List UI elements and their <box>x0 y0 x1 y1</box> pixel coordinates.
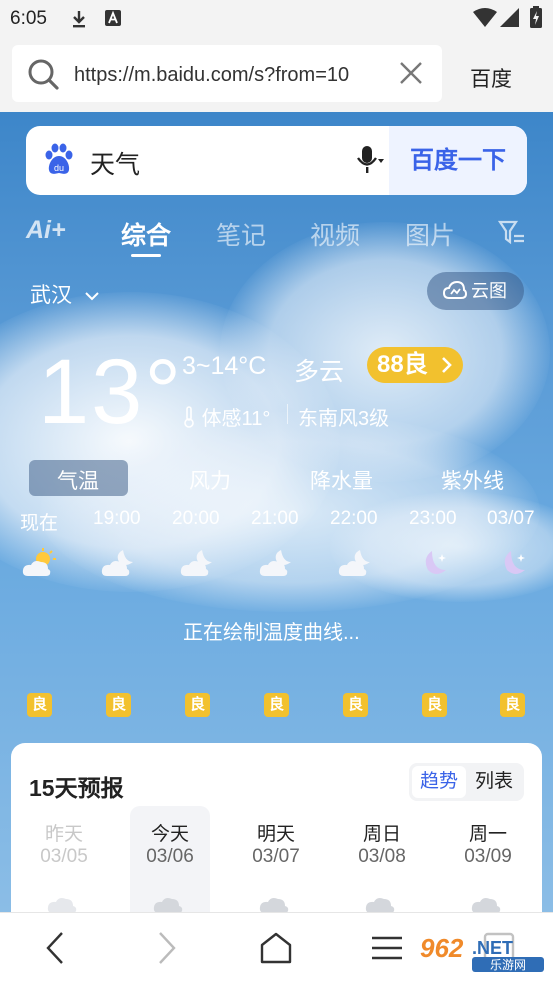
tab-ai[interactable]: Ai+ <box>26 216 66 245</box>
hour-label: 20:00 <box>172 508 220 529</box>
list-view-button[interactable]: 列表 <box>467 766 521 798</box>
wifi-icon <box>473 8 497 33</box>
hour-label: 19:00 <box>93 508 141 529</box>
chevron-right-icon <box>442 357 452 373</box>
city-name: 武汉 <box>30 284 72 307</box>
forecast-date: 03/09 <box>464 846 512 867</box>
hour-label: 23:00 <box>409 508 457 529</box>
hour-label: 03/07 <box>487 508 535 529</box>
cloud-map-icon <box>443 280 467 299</box>
weather-condition: 多云 <box>294 358 345 386</box>
hour-label: 22:00 <box>330 508 378 529</box>
current-temperature: 13° <box>38 341 184 443</box>
app-notification-icon <box>105 10 121 31</box>
forecast-day: 周日 <box>362 824 401 845</box>
result-tabs: Ai+ 综合 笔记 视频 图片 <box>0 212 553 257</box>
temperature-range: 3~14°C <box>182 352 267 380</box>
cloudy-icon <box>259 891 293 912</box>
microphone-icon[interactable] <box>356 145 384 180</box>
menu-icon[interactable] <box>370 931 404 970</box>
forecast-day: 昨天 <box>44 824 83 845</box>
trend-view-button[interactable]: 趋势 <box>412 766 467 798</box>
subtab-uv[interactable]: 紫外线 <box>441 465 504 495</box>
url-field[interactable]: https://m.baidu.com/s?from=10 <box>12 45 442 102</box>
url-text: https://m.baidu.com/s?from=10 <box>74 64 350 86</box>
cloudy-night-icon <box>180 548 216 585</box>
svg-text:.NET: .NET <box>472 938 513 958</box>
svg-text:du: du <box>54 163 64 173</box>
clear-url-icon[interactable] <box>398 60 424 91</box>
status-bar: 6:05 <box>0 0 553 36</box>
site-watermark-logo: 962 .NET 乐游网 <box>414 928 548 976</box>
cloudy-night-icon <box>259 548 295 585</box>
cloudy-night-icon <box>338 548 374 585</box>
status-time: 6:05 <box>10 8 47 29</box>
svg-text:乐游网: 乐游网 <box>490 958 526 972</box>
aqi-badge[interactable]: 88良 <box>367 347 463 383</box>
svg-text:962: 962 <box>420 933 464 963</box>
forecast-day: 明天 <box>256 824 295 845</box>
aq-badge: 良 <box>185 693 210 717</box>
thermometer-icon <box>184 406 194 428</box>
aq-badge: 良 <box>343 693 368 717</box>
aq-badge: 良 <box>27 693 52 717</box>
chart-loading-text: 正在绘制温度曲线... <box>183 622 360 644</box>
clear-night-icon <box>418 548 452 585</box>
cloudy-night-icon <box>101 548 137 585</box>
forecast-date: 03/06 <box>146 846 194 867</box>
browser-toolbar: https://m.baidu.com/s?from=10 百度 <box>0 36 553 112</box>
cloudy-icon <box>153 891 187 912</box>
tab-notes[interactable]: 笔记 <box>216 216 266 252</box>
search-submit-button[interactable]: 百度一下 <box>389 126 527 195</box>
cloudy-icon <box>471 891 505 912</box>
cloud-map-button[interactable]: 云图 <box>427 272 524 310</box>
forecast-date: 03/08 <box>358 846 406 867</box>
baidu-home-button[interactable]: 百度 <box>470 63 512 93</box>
hour-label: 现在 <box>20 513 59 534</box>
download-icon <box>70 10 88 33</box>
tab-images[interactable]: 图片 <box>405 216 455 252</box>
forecast-view-toggle: 趋势 列表 <box>409 763 524 801</box>
aqi-value: 88良 <box>377 351 428 378</box>
partly-cloudy-day-icon <box>22 548 58 585</box>
feels-like: 体感11° <box>182 402 270 431</box>
feels-like-value: 体感11° <box>201 408 271 430</box>
forecast-day: 今天 <box>150 824 189 845</box>
baidu-paw-logo-icon: du <box>42 143 76 177</box>
clear-night-icon <box>497 548 531 585</box>
search-query[interactable]: 天气 <box>90 145 140 181</box>
active-tab-indicator <box>131 254 161 257</box>
aq-badge: 良 <box>264 693 289 717</box>
forecast-day: 周一 <box>468 824 507 845</box>
weather-panel: du 天气 百度一下 Ai+ 综合 笔记 视频 图片 武汉 云图 13° 3~1… <box>0 112 553 912</box>
search-bar: du 天气 百度一下 <box>26 126 527 195</box>
cloudy-icon <box>365 891 399 912</box>
subtab-precipitation[interactable]: 降水量 <box>310 465 373 495</box>
hour-label: 21:00 <box>251 508 299 529</box>
battery-icon <box>530 6 542 33</box>
subtab-temperature[interactable]: 气温 <box>57 465 99 495</box>
signal-icon <box>500 8 520 33</box>
forecast-card: 15天预报 趋势 列表 昨天 03/05 今天 03/06 明天 03/07 周… <box>11 743 542 912</box>
aq-badge: 良 <box>500 693 525 717</box>
tab-videos[interactable]: 视频 <box>310 216 360 252</box>
forecast-title: 15天预报 <box>29 775 124 801</box>
city-selector[interactable]: 武汉 <box>30 279 100 309</box>
cloud-map-label: 云图 <box>471 281 507 301</box>
home-icon[interactable] <box>259 931 293 970</box>
forecast-date: 03/05 <box>40 846 88 867</box>
tab-comprehensive[interactable]: 综合 <box>121 216 171 252</box>
forward-icon[interactable] <box>154 931 178 970</box>
wind-info: 东南风3级 <box>298 408 390 430</box>
forecast-date: 03/07 <box>252 846 300 867</box>
subtab-wind[interactable]: 风力 <box>189 465 231 495</box>
chevron-down-icon <box>85 292 99 301</box>
back-icon[interactable] <box>44 931 68 970</box>
aq-badge: 良 <box>106 693 131 717</box>
filter-icon[interactable] <box>497 220 526 253</box>
search-icon <box>26 57 60 96</box>
aq-badge: 良 <box>422 693 447 717</box>
divider <box>287 404 288 424</box>
cloudy-icon <box>47 891 81 912</box>
